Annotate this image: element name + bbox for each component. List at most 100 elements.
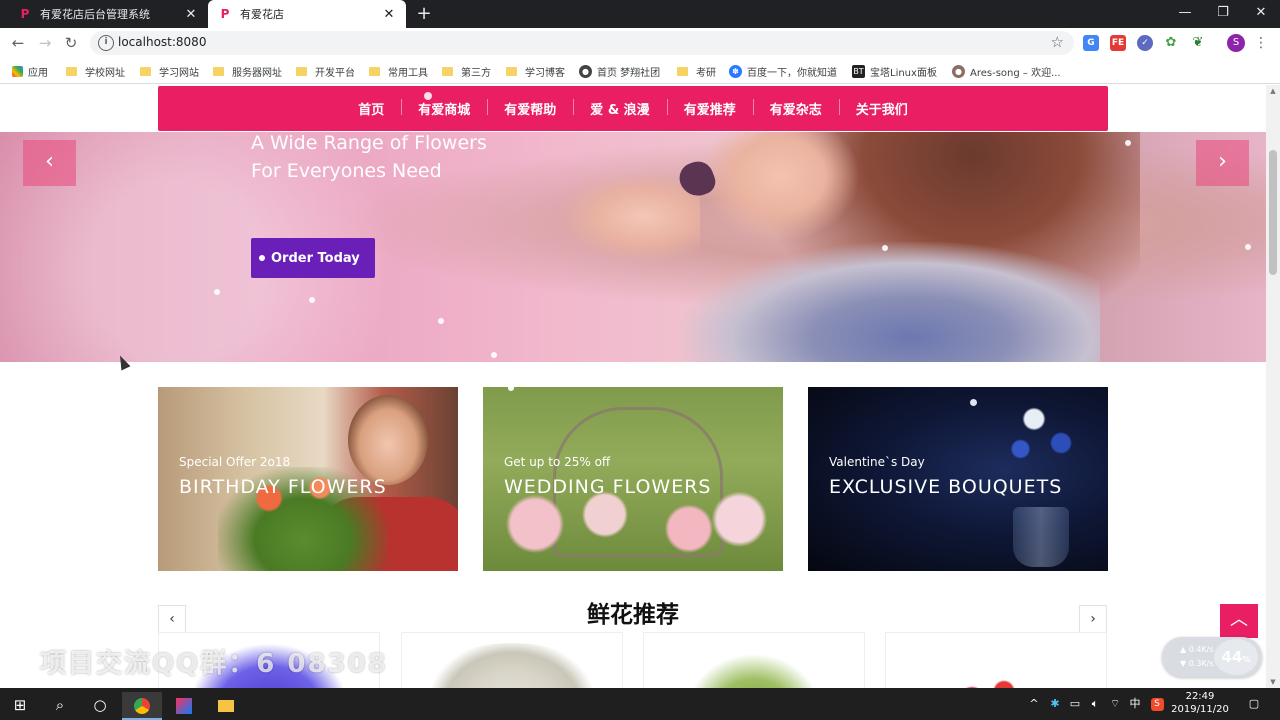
notification-center-icon[interactable]: ▢	[1242, 688, 1266, 720]
network-speed-widget: ▲ 0.4K/s ▼ 0.3K/s 44%	[1162, 637, 1262, 677]
page-scrollbar[interactable]: ▲ ▼	[1266, 85, 1280, 688]
promo-image-bouquet	[998, 401, 1088, 521]
back-arrow-icon[interactable]: ←	[7, 33, 29, 53]
product-card[interactable]	[643, 632, 865, 688]
promo-overline: Special Offer 2o18	[179, 455, 291, 469]
taskbar-clock[interactable]: 22:49 2019/11/20	[1168, 690, 1232, 718]
nav-item-help[interactable]: 有爱帮助	[487, 99, 573, 118]
minimize-icon[interactable]: —	[1166, 0, 1204, 28]
tray-battery-icon[interactable]: ▭	[1066, 688, 1084, 720]
nav-item-home[interactable]: 首页	[341, 99, 401, 118]
hero-headline-line1: A Wide Range of Flowers	[251, 132, 487, 154]
window-close-icon[interactable]: ✕	[1242, 0, 1280, 28]
bookmark-label: 开发平台	[315, 67, 355, 79]
hero-image-hand	[560, 172, 700, 262]
bookmarks-bar: 应用 学校网址 学习网站 服务器网址 开发平台 常用工具 第三方 学习博客 ● 首…	[0, 58, 1280, 84]
bt-panel-icon: BT	[852, 64, 865, 78]
hero-next-button[interactable]: ›	[1196, 140, 1249, 186]
bookmark-item[interactable]: ✽ 百度一下，你就知道	[729, 63, 837, 79]
bookmark-item[interactable]: 考研	[677, 63, 716, 79]
tab-admin[interactable]: P 有爱花店后台管理系统 ✕	[8, 0, 208, 28]
recommend-section-title: 鲜花推荐	[587, 602, 679, 628]
gear-extension-icon[interactable]: ✿	[1163, 35, 1179, 51]
scroll-down-icon[interactable]: ▼	[1266, 676, 1280, 688]
back-to-top-button[interactable]: ︿	[1220, 604, 1258, 638]
bookmark-item[interactable]: 开发平台	[296, 63, 355, 79]
order-today-button[interactable]: Order Today	[251, 238, 375, 278]
bokeh-dot	[491, 352, 497, 358]
product-image	[674, 643, 834, 688]
baidu-paw-icon: ✽	[729, 64, 742, 78]
tray-chevron-up-icon[interactable]: ^	[1026, 688, 1042, 720]
tray-wifi-icon[interactable]: ⌔	[1106, 688, 1124, 720]
bookmark-item[interactable]: BT 宝塔Linux面板	[852, 63, 937, 79]
bookmark-label: Ares-song – 欢迎...	[970, 67, 1061, 79]
bookmark-item[interactable]: ● 首页 梦翔社团	[579, 63, 660, 79]
recommend-prev-button[interactable]: ‹	[158, 605, 186, 633]
address-bar[interactable]: i localhost:8080 ☆	[90, 31, 1074, 55]
speed-unit: K/s	[1201, 659, 1214, 668]
qq-group-watermark: 项目交流QQ群：6 08308	[40, 649, 388, 679]
order-today-label: Order Today	[271, 250, 360, 266]
promo-image-vase	[1013, 507, 1069, 567]
bookmark-apps[interactable]: 应用	[12, 63, 48, 79]
page-viewport: A Wide Range of Flowers For Everyones Ne…	[0, 85, 1266, 688]
profile-avatar[interactable]: S	[1227, 34, 1245, 52]
ime-indicator[interactable]: 中	[1126, 688, 1144, 720]
maximize-icon[interactable]: ❐	[1204, 0, 1242, 28]
check-extension-icon[interactable]: ✓	[1137, 35, 1153, 51]
product-image	[916, 643, 1076, 688]
site-info-icon[interactable]: i	[98, 35, 114, 51]
chrome-app-icon[interactable]	[122, 692, 162, 720]
scroll-up-icon[interactable]: ▲	[1266, 85, 1280, 97]
recommend-next-button[interactable]: ›	[1079, 605, 1107, 633]
tab-shop[interactable]: P 有爱花店 ✕	[208, 0, 406, 28]
scrollbar-thumb[interactable]	[1269, 150, 1277, 275]
promo-card-birthday[interactable]: Special Offer 2o18 BIRTHDAY FLOWERS	[158, 387, 458, 571]
close-icon[interactable]: ✕	[382, 7, 396, 22]
product-image	[432, 643, 592, 688]
translate-extension-icon[interactable]: G	[1083, 35, 1099, 51]
task-view-icon[interactable]: ○	[80, 692, 120, 720]
evernote-extension-icon[interactable]: ❦	[1190, 35, 1206, 51]
bookmark-item[interactable]: 服务器网址	[213, 63, 282, 79]
promo-heading: WEDDING FLOWERS	[504, 476, 712, 498]
bookmark-item[interactable]: 常用工具	[369, 63, 428, 79]
bookmark-item[interactable]: 学校网址	[66, 63, 125, 79]
tray-sogou-icon[interactable]: S	[1148, 688, 1166, 720]
intellij-app-icon[interactable]	[164, 692, 204, 720]
bookmark-star-icon[interactable]: ☆	[1051, 33, 1064, 51]
nav-item-magazine[interactable]: 有爱杂志	[752, 99, 839, 118]
windows-start-icon[interactable]: ⊞	[0, 692, 40, 720]
menu-kebab-icon[interactable]: ⋮	[1254, 33, 1268, 53]
download-speed: ▼ 0.3K/s	[1180, 659, 1214, 668]
bookmark-item[interactable]: 学习网站	[140, 63, 199, 79]
site-icon: ●	[952, 64, 965, 78]
hero-prev-button[interactable]: ‹	[23, 140, 76, 186]
new-tab-plus-icon[interactable]: +	[414, 4, 434, 24]
bookmark-label: 服务器网址	[232, 67, 282, 79]
bookmark-item[interactable]: 学习博客	[506, 63, 565, 79]
nav-item-romance[interactable]: 爱 & 浪漫	[573, 99, 666, 118]
close-icon[interactable]: ✕	[184, 7, 198, 22]
forward-arrow-icon[interactable]: →	[34, 33, 56, 53]
fe-extension-icon[interactable]: FE	[1110, 35, 1126, 51]
tab-title: 有爱花店后台管理系统	[40, 8, 150, 21]
nav-item-shop[interactable]: 有爱商城	[401, 99, 487, 118]
product-card[interactable]	[401, 632, 623, 688]
browser-tab-strip: P 有爱花店后台管理系统 ✕ P 有爱花店 ✕ + — ❐ ✕	[0, 0, 1280, 28]
nav-item-about[interactable]: 关于我们	[838, 99, 925, 118]
promo-card-wedding[interactable]: Get up to 25% off WEDDING FLOWERS	[483, 387, 783, 571]
nav-item-recommend[interactable]: 有爱推荐	[666, 99, 753, 118]
tray-volume-icon[interactable]: 🔈︎	[1086, 688, 1104, 720]
folder-icon	[677, 66, 688, 76]
bookmark-item[interactable]: ● Ares-song – 欢迎...	[952, 63, 1061, 79]
tray-bluetooth-icon[interactable]: ✱	[1046, 688, 1064, 720]
product-card[interactable]	[885, 632, 1107, 688]
bookmark-item[interactable]: 第三方	[442, 63, 491, 79]
promo-card-bouquets[interactable]: Valentine`s Day EXCLUSIVE BOUQUETS	[808, 387, 1108, 571]
search-icon[interactable]: ⌕	[40, 692, 80, 720]
file-explorer-icon[interactable]	[206, 692, 246, 720]
reload-icon[interactable]: ↻	[60, 33, 82, 53]
download-value: 0.3	[1188, 659, 1202, 668]
